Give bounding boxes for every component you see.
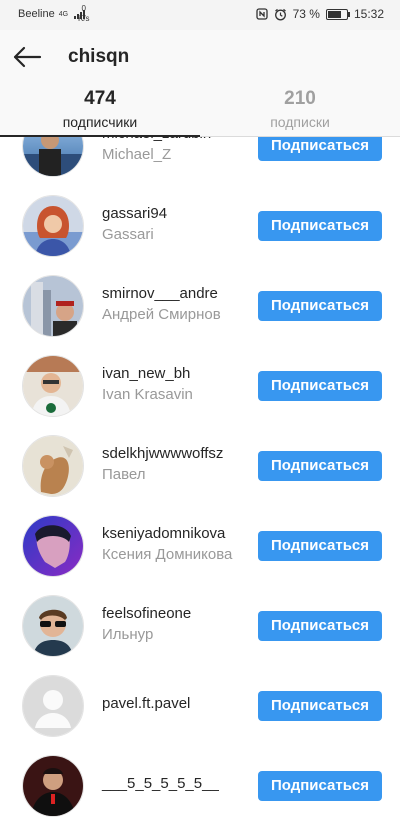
- alarm-icon: [274, 8, 286, 20]
- username[interactable]: ivan_new_bh: [102, 365, 190, 382]
- list-item[interactable]: sdelkhjwwwwoffsz Павел Подписаться: [0, 416, 400, 497]
- follow-button[interactable]: Подписаться: [258, 771, 382, 801]
- username[interactable]: feelsofineone: [102, 605, 191, 622]
- status-left: Beeline 4G: [18, 8, 86, 20]
- network-speed: 0 K/s: [78, 4, 90, 24]
- page-title: chisqn: [68, 46, 130, 67]
- following-count: 210: [284, 88, 316, 109]
- list-item[interactable]: ___5_5_5_5_5__ Подписаться: [0, 736, 400, 817]
- avatar[interactable]: [22, 275, 84, 337]
- avatar[interactable]: [22, 435, 84, 497]
- battery-percent: 73 %: [292, 7, 320, 21]
- carrier-label: Beeline: [18, 8, 55, 20]
- list-item[interactable]: smirnov___andre Андрей Смирнов Подписать…: [0, 256, 400, 337]
- full-name: Gassari: [102, 226, 154, 243]
- username[interactable]: michael_zardbin: [102, 137, 211, 142]
- full-name: Андрей Смирнов: [102, 306, 221, 323]
- follow-button[interactable]: Подписаться: [258, 137, 382, 161]
- battery-fill: [327, 10, 342, 18]
- speed-value: 0: [81, 4, 86, 13]
- full-name: Ivan Krasavin: [102, 386, 193, 403]
- list-item[interactable]: gassari94 Gassari Подписаться: [0, 176, 400, 257]
- list-item[interactable]: kseniyadomnikova Ксения Домникова Подпис…: [0, 496, 400, 577]
- following-label: подписки: [270, 114, 330, 130]
- follow-button[interactable]: Подписаться: [258, 291, 382, 321]
- follow-button[interactable]: Подписаться: [258, 531, 382, 561]
- speed-unit: K/s: [78, 14, 90, 23]
- avatar[interactable]: [22, 137, 84, 177]
- username[interactable]: ___5_5_5_5_5__: [102, 775, 219, 792]
- clock: 15:32: [353, 7, 384, 21]
- status-bar: Beeline 4G 0 K/s 73 % 15:32: [0, 0, 400, 30]
- username[interactable]: kseniyadomnikova: [102, 525, 225, 542]
- full-name: Ксения Домникова: [102, 546, 233, 563]
- full-name: Michael_Z: [102, 146, 172, 163]
- follow-tabs: 474 подписчики 210 подписки: [0, 86, 400, 137]
- follow-button[interactable]: Подписаться: [258, 211, 382, 241]
- app-header: chisqn: [0, 30, 400, 86]
- list-item[interactable]: pavel.ft.pavel Подписаться: [0, 656, 400, 737]
- follow-button[interactable]: Подписаться: [258, 371, 382, 401]
- username[interactable]: gassari94: [102, 205, 167, 222]
- follow-button[interactable]: Подписаться: [258, 451, 382, 481]
- list-item[interactable]: feelsofineone Ильнур Подписаться: [0, 576, 400, 657]
- battery-icon: [325, 8, 350, 20]
- username[interactable]: pavel.ft.pavel: [102, 695, 190, 712]
- full-name: Павел: [102, 466, 146, 483]
- default-avatar[interactable]: [22, 675, 84, 737]
- follow-button[interactable]: Подписаться: [258, 691, 382, 721]
- nfc-icon: [255, 8, 268, 20]
- tab-following[interactable]: 210 подписки: [200, 86, 400, 136]
- avatar[interactable]: [22, 355, 84, 417]
- default-person-icon: [23, 676, 83, 736]
- back-arrow-icon[interactable]: [12, 42, 42, 72]
- avatar[interactable]: [22, 195, 84, 257]
- network-type: 4G: [58, 10, 69, 18]
- tab-followers[interactable]: 474 подписчики: [0, 86, 200, 137]
- status-right: 73 % 15:32: [255, 7, 384, 21]
- followers-list[interactable]: michael_zardbin Michael_Z Подписаться ga…: [0, 137, 400, 829]
- avatar[interactable]: [22, 755, 84, 817]
- list-item[interactable]: michael_zardbin Michael_Z Подписаться: [0, 137, 400, 177]
- avatar[interactable]: [22, 515, 84, 577]
- username[interactable]: smirnov___andre: [102, 285, 218, 302]
- followers-label: подписчики: [62, 114, 138, 130]
- full-name: Ильнур: [102, 626, 154, 643]
- followers-count: 474: [84, 88, 116, 109]
- username[interactable]: sdelkhjwwwwoffsz: [102, 445, 223, 462]
- list-item[interactable]: ivan_new_bh Ivan Krasavin Подписаться: [0, 336, 400, 417]
- avatar[interactable]: [22, 595, 84, 657]
- follow-button[interactable]: Подписаться: [258, 611, 382, 641]
